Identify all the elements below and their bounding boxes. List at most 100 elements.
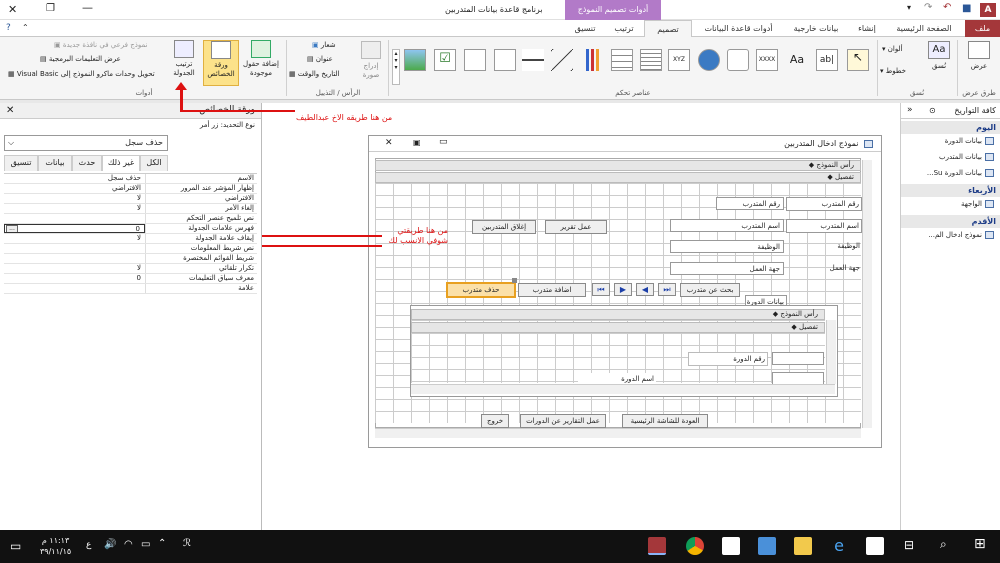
button-tool-icon[interactable]: XXXX — [756, 49, 778, 71]
trainee-name-textbox[interactable]: اسم المتدرب — [670, 219, 784, 232]
nav-prev-button[interactable]: ◀ — [636, 283, 654, 296]
search-trainee-button[interactable]: بحث عن متدرب — [680, 283, 740, 297]
themes-button[interactable]: Aa نُسق — [923, 41, 955, 85]
view-button[interactable]: عرض — [962, 41, 996, 85]
course-no-label[interactable]: رقم الدورة — [688, 352, 768, 366]
subform-vertical-scrollbar[interactable] — [826, 320, 836, 384]
property-value[interactable]: حذف سجل — [4, 174, 145, 183]
property-value[interactable] — [4, 214, 145, 223]
windows-start-icon[interactable]: ⊞ — [974, 536, 986, 552]
collapse-pane-icon[interactable]: « — [907, 105, 913, 115]
tab-database-tools[interactable]: أدوات قاعدة البيانات — [695, 20, 782, 37]
option-group-tool-icon[interactable] — [611, 49, 633, 71]
save-icon[interactable]: ■ — [962, 3, 971, 14]
tab-format-props[interactable]: تنسيق — [4, 155, 38, 171]
courses-reports-button[interactable]: عمل التقارير عن الدورات — [520, 414, 606, 428]
nav-group-older[interactable]: الأقدم — [901, 215, 1000, 228]
control-selector[interactable]: حذف سجل ⌵ — [4, 135, 168, 151]
tab-order-button[interactable]: ترتيب الجدولة — [167, 40, 201, 86]
line-tool-icon[interactable] — [551, 49, 573, 71]
tab-format[interactable]: تنسيق — [566, 20, 604, 37]
nav-group-today[interactable]: اليوم — [901, 121, 1000, 134]
detail-bar[interactable]: تفصيل ◆ — [375, 172, 861, 183]
property-value[interactable]: 0 — [4, 274, 145, 283]
redo-icon[interactable]: ↷ — [924, 2, 932, 13]
chart-tool-icon[interactable] — [581, 49, 603, 71]
access-taskbar-icon[interactable] — [648, 537, 666, 555]
image-tool-icon[interactable] — [404, 49, 426, 71]
resize-handle[interactable] — [512, 278, 517, 283]
fonts-button[interactable]: خطوط ▾ — [880, 67, 906, 75]
nav-group-wednesday[interactable]: الأربعاء — [901, 184, 1000, 197]
job-textbox[interactable]: الوظيفة — [670, 240, 784, 253]
tab-control-tool-icon[interactable] — [727, 49, 749, 71]
edge-icon[interactable]: e — [830, 537, 848, 555]
restore-icon[interactable]: ▣ — [413, 138, 421, 147]
property-value[interactable]: لا — [4, 234, 145, 243]
nav-item-course-subform[interactable]: بيانات الدورة Su... — [901, 166, 1000, 182]
view-code-button[interactable]: عرض التعليمات البرمجية ▤ — [40, 55, 121, 63]
task-view-icon[interactable]: ⊟ — [904, 538, 914, 552]
restore-window-icon[interactable]: ❐ — [46, 3, 55, 14]
nav-pane-header[interactable]: كافة التواريخ ⊙ « — [901, 103, 1000, 119]
tab-design[interactable]: تصميم — [644, 20, 692, 37]
tab-data-props[interactable]: بيانات — [38, 155, 72, 171]
nav-first-button[interactable]: ⏮ — [592, 283, 610, 296]
property-value[interactable]: لا — [4, 194, 145, 203]
job-label[interactable]: الوظيفة — [786, 240, 862, 252]
trainee-no-textbox[interactable]: رقم المتدرب — [716, 197, 784, 210]
property-value[interactable] — [4, 284, 145, 293]
nav-item-course-data[interactable]: بيانات الدورة — [901, 134, 1000, 150]
nav-next-button[interactable]: ▶ — [614, 283, 632, 296]
store-icon[interactable] — [866, 537, 884, 555]
combo-box-tool-icon[interactable] — [494, 49, 516, 71]
workplace-label[interactable]: جهة العمل — [786, 262, 862, 274]
wifi-icon[interactable]: ◠ — [124, 539, 133, 550]
tab-event-props[interactable]: حدث — [72, 155, 102, 171]
notifications-icon[interactable]: ▭ — [10, 539, 21, 553]
workplace-textbox[interactable]: جهة العمل — [670, 262, 784, 275]
tab-create[interactable]: إنشاء — [850, 20, 884, 37]
checkbox-tool-icon[interactable]: ☑ — [434, 49, 456, 71]
hyperlink-tool-icon[interactable] — [698, 49, 720, 71]
tab-all-props[interactable]: الكل — [140, 155, 168, 171]
help-icon[interactable]: ? — [6, 23, 11, 33]
date-time-button[interactable]: التاريخ والوقت ▦ — [289, 70, 340, 78]
course-no-textbox[interactable] — [772, 352, 824, 365]
property-value[interactable]: 0... — [4, 224, 145, 233]
property-sheet-button[interactable]: ورقة الخصائص — [203, 40, 239, 86]
undo-icon[interactable]: ↶ — [943, 2, 951, 13]
form-vertical-scrollbar[interactable] — [862, 160, 872, 428]
title-button[interactable]: عنوان ▤ — [307, 55, 333, 63]
tab-arrange[interactable]: ترتيب — [606, 20, 642, 37]
form-header-bar[interactable]: رأس النموذج ◆ — [375, 160, 861, 171]
colors-button[interactable]: ألوان ▾ — [882, 45, 903, 53]
select-tool-icon[interactable]: ↖ — [847, 49, 869, 71]
nav-item-trainee-data[interactable]: بيانات المتدرب — [901, 150, 1000, 166]
tab-home[interactable]: الصفحة الرئيسية — [885, 20, 963, 37]
subform-horizontal-scrollbar[interactable] — [411, 384, 835, 394]
trainee-no-label[interactable]: رقم المتدرب — [786, 197, 862, 211]
minimize-window-icon[interactable]: — — [82, 1, 93, 14]
insert-image-button[interactable]: إدراج صورة — [356, 41, 386, 85]
tab-file[interactable]: ملف — [965, 20, 1000, 37]
add-existing-fields-button[interactable]: إضافة حقول موجودة — [241, 40, 281, 86]
volume-icon[interactable]: 🔊 — [104, 539, 116, 550]
page-break-tool-icon[interactable] — [522, 49, 544, 71]
store-download-icon[interactable] — [758, 537, 776, 555]
close-trainees-button[interactable]: إغلاق المتدربين — [472, 220, 536, 234]
rectangle-tool-icon[interactable] — [464, 49, 486, 71]
close-icon[interactable]: ✕ — [6, 105, 14, 116]
web-browser-tool-icon[interactable]: XYZ — [668, 49, 690, 71]
chevron-down-icon[interactable]: ⊙ — [929, 106, 936, 115]
add-trainee-button[interactable]: اضافة متدرب — [518, 283, 586, 297]
close-icon[interactable]: ✕ — [385, 138, 393, 148]
close-window-icon[interactable]: ✕ — [8, 3, 17, 16]
file-explorer-icon[interactable] — [794, 537, 812, 555]
property-value[interactable] — [4, 244, 145, 253]
tab-other-props[interactable]: غير ذلك — [102, 155, 140, 171]
back-main-button[interactable]: العودة للشاشة الرئيسية — [622, 414, 708, 428]
delete-trainee-button[interactable]: حذف متدرب — [446, 282, 516, 298]
navigation-tool-icon[interactable] — [640, 49, 662, 71]
ellipsis-button[interactable]: ... — [6, 225, 18, 232]
